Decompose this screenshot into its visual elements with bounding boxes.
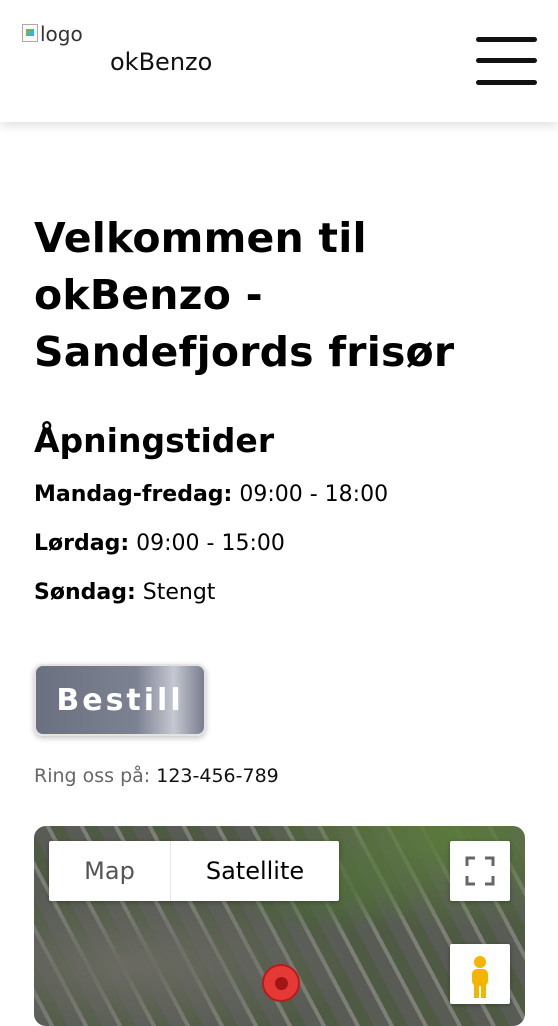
hours-heading: Åpningstider (34, 421, 275, 460)
hamburger-line (476, 80, 537, 85)
hours-row: Lørdag: 09:00 - 15:00 (34, 529, 524, 578)
logo[interactable]: logo (22, 22, 83, 46)
google-map[interactable]: Map Satellite (34, 826, 525, 1026)
map-type-satellite-button[interactable]: Satellite (171, 841, 339, 901)
site-header: logo okBenzo (0, 0, 558, 122)
hours-time: 09:00 - 18:00 (239, 482, 389, 507)
hours-time: 09:00 - 15:00 (136, 531, 285, 556)
hamburger-line (476, 37, 537, 42)
brand-name[interactable]: okBenzo (110, 48, 212, 76)
page-title: Velkommen til okBenzo - Sandefjords fris… (34, 214, 455, 376)
map-marker-icon[interactable] (262, 964, 300, 1002)
map-type-map-button[interactable]: Map (49, 841, 171, 901)
hamburger-line (476, 58, 537, 63)
pegman-glyph (472, 956, 488, 998)
phone-number-link[interactable]: 123-456-789 (156, 765, 279, 787)
fullscreen-glyph (465, 856, 495, 886)
logo-alt-text: logo (40, 22, 83, 46)
opening-hours-list: Mandag-fredag: 09:00 - 18:00 Lørdag: 09:… (34, 480, 524, 627)
hours-row: Søndag: Stengt (34, 578, 524, 627)
book-button[interactable]: Bestill (34, 664, 206, 736)
fullscreen-icon[interactable] (450, 841, 510, 901)
broken-image-icon (22, 24, 38, 42)
map-type-control: Map Satellite (49, 841, 339, 901)
call-label: Ring oss på: (34, 765, 151, 787)
hours-row: Mandag-fredag: 09:00 - 18:00 (34, 480, 524, 529)
hours-day: Mandag-fredag: (34, 482, 233, 507)
hamburger-menu-icon[interactable] (476, 36, 538, 86)
hours-day: Lørdag: (34, 531, 130, 556)
call-us-text: Ring oss på: 123-456-789 (34, 765, 279, 787)
hours-time: Stengt (142, 580, 216, 605)
hours-day: Søndag: (34, 580, 136, 605)
main-content: Velkommen til okBenzo - Sandefjords fris… (34, 210, 524, 787)
pegman-icon[interactable] (450, 944, 510, 1004)
